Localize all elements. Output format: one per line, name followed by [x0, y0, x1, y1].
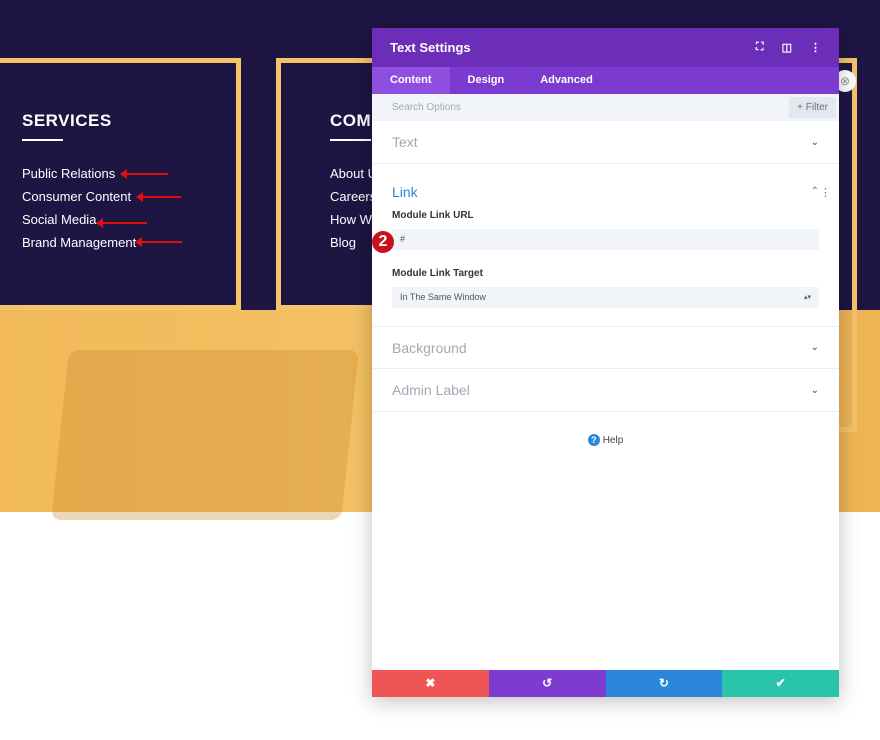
- modal-title: Text Settings: [390, 40, 471, 55]
- select-arrows-icon: ▴▾: [803, 294, 811, 301]
- services-box: [0, 58, 241, 310]
- split-view-icon[interactable]: ◫: [782, 41, 792, 54]
- section-title: Admin Label: [392, 382, 470, 398]
- red-arrow-icon: [120, 169, 168, 179]
- search-options-input[interactable]: Search Options + Filter: [372, 94, 839, 121]
- help-label: Help: [602, 435, 624, 446]
- text-settings-modal: Text Settings ⛶ ◫ ⋮ Content Design Advance…: [372, 28, 839, 697]
- section-title: Background: [392, 340, 467, 356]
- company-heading: COMI: [330, 111, 377, 130]
- modal-footer: ✖ ↺ ↻ ✔: [372, 670, 839, 697]
- chevron-down-icon: ⌄: [810, 385, 819, 396]
- tab-design[interactable]: Design: [450, 67, 523, 94]
- step-badge: 2: [372, 231, 394, 253]
- tab-advanced[interactable]: Advanced: [522, 67, 611, 94]
- target-label: Module Link Target: [392, 268, 483, 279]
- more-icon[interactable]: ⋮: [810, 41, 821, 54]
- modal-header: Text Settings ⛶ ◫ ⋮: [372, 28, 839, 67]
- link-consumer-content[interactable]: Consumer Content: [22, 189, 131, 204]
- help-icon: ?: [587, 434, 600, 446]
- link-blog[interactable]: Blog: [330, 235, 356, 250]
- link-careers[interactable]: Careers: [330, 189, 376, 204]
- red-arrow-icon: [136, 192, 181, 202]
- undo-button[interactable]: ↺: [488, 670, 606, 697]
- chevron-up-icon[interactable]: ⌃: [811, 186, 819, 197]
- filter-button[interactable]: + Filter: [789, 97, 836, 118]
- section-link: Link ⌃ ⋮ Module Link URL # Module Link T…: [372, 164, 839, 327]
- section-background[interactable]: Background ⌄: [372, 327, 839, 369]
- laptop-image: [51, 350, 359, 520]
- module-link-url-input[interactable]: #: [392, 229, 819, 250]
- link-brand-management[interactable]: Brand Management: [22, 235, 136, 250]
- help-link[interactable]: ? Help: [372, 434, 839, 446]
- chevron-down-icon: ⌄: [810, 137, 819, 148]
- select-value: In The Same Window: [400, 292, 486, 302]
- section-title: Text: [392, 134, 418, 150]
- section-text[interactable]: Text ⌄: [372, 121, 839, 164]
- section-admin-label[interactable]: Admin Label ⌄: [372, 369, 839, 412]
- fullscreen-icon[interactable]: ⛶: [756, 41, 764, 54]
- tab-content[interactable]: Content: [372, 67, 450, 94]
- red-arrow-icon: [135, 237, 182, 247]
- red-arrow-icon: [96, 218, 147, 228]
- heading-underline: [22, 139, 63, 141]
- save-button[interactable]: ✔: [722, 670, 839, 697]
- cancel-button[interactable]: ✖: [372, 670, 489, 697]
- link-social-media[interactable]: Social Media: [22, 212, 96, 227]
- more-icon[interactable]: ⋮: [820, 186, 831, 199]
- link-about[interactable]: About U: [330, 166, 377, 181]
- module-link-target-select[interactable]: In The Same Window ▴▾: [392, 287, 819, 308]
- tab-bar: Content Design Advanced: [372, 67, 839, 94]
- heading-underline: [330, 139, 371, 141]
- url-label: Module Link URL: [392, 210, 474, 221]
- search-placeholder: Search Options: [392, 102, 461, 113]
- redo-button[interactable]: ↻: [605, 670, 723, 697]
- section-title[interactable]: Link: [392, 184, 839, 200]
- link-public-relations[interactable]: Public Relations: [22, 166, 115, 181]
- services-heading: SERVICES: [22, 111, 112, 130]
- chevron-down-icon: ⌄: [810, 342, 819, 353]
